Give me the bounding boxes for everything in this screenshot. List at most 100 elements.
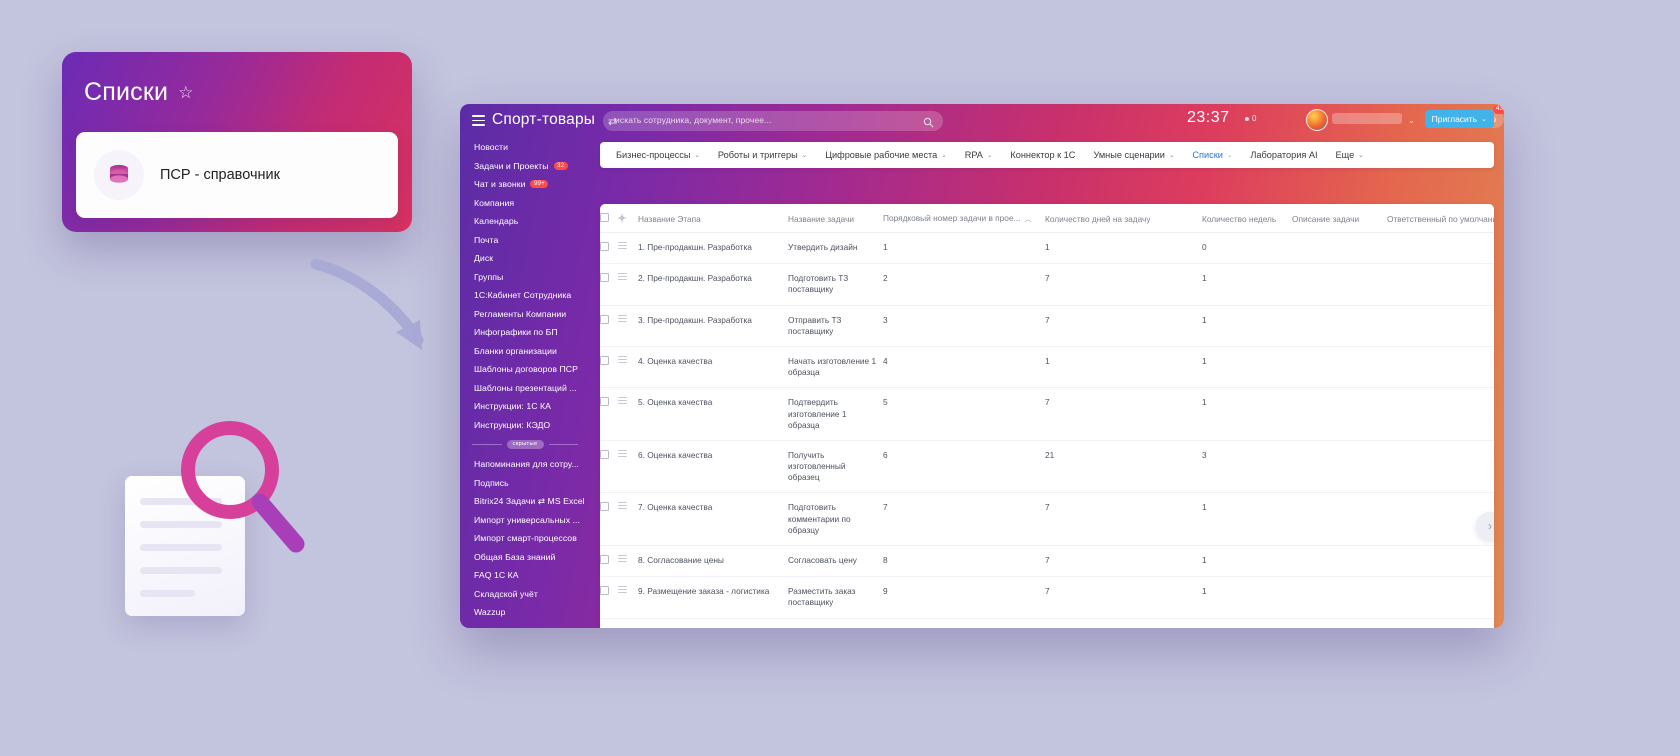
sidebar-item-календарь[interactable]: Календарь — [460, 212, 588, 231]
cell-stage[interactable]: 2. Пре-продакшн. Разработка — [638, 263, 788, 306]
row-checkbox[interactable] — [600, 545, 618, 578]
promo-list-item[interactable]: ПСР - справочник — [76, 132, 398, 218]
row-drag-handle[interactable] — [618, 232, 638, 265]
cell-stage[interactable]: 6. Оценка качества — [638, 440, 788, 494]
row-checkbox[interactable] — [600, 576, 618, 619]
sidebar-item-faq-1c-ка[interactable]: FAQ 1C КА — [460, 566, 588, 585]
sidebar-item-шаблоны-договоров-пср[interactable]: Шаблоны договоров ПСР — [460, 360, 588, 379]
sidebar-item-регламенты-компании[interactable]: Регламенты Компании — [460, 305, 588, 324]
sort-asc-icon[interactable]: ︿ — [1024, 216, 1031, 223]
menu-item-списки[interactable]: Списки ⌄ — [1192, 150, 1232, 160]
sidebar-item-диск[interactable]: Диск — [460, 249, 588, 268]
sidebar-item-общая-база-знаний[interactable]: Общая База знаний — [460, 547, 588, 566]
cell-stage[interactable]: 5. Оценка качества — [638, 387, 788, 441]
menu-item-цифровые-рабочие-места[interactable]: Цифровые рабочие места ⌄ — [825, 150, 947, 160]
cell-days: 7 — [1045, 263, 1202, 306]
sidebar-item-задачи-и-проекты[interactable]: Задачи и Проекты 32 — [460, 157, 588, 176]
cell-stage[interactable]: 8. Согласование цены — [638, 545, 788, 578]
row-drag-handle[interactable] — [618, 263, 638, 306]
sidebar-item-компания[interactable]: Компания — [460, 194, 588, 213]
sidebar-item-инструкции-кэдо[interactable]: Инструкции: КЭДО — [460, 416, 588, 435]
row-drag-handle[interactable] — [618, 387, 638, 441]
sidebar-item-новости[interactable]: Новости — [460, 138, 588, 157]
menu-item-label: Бизнес-процессы — [616, 150, 691, 160]
table-row[interactable]: 1. Пре-продакшн. Разработка Утвердить ди… — [600, 232, 1494, 265]
cell-stage[interactable]: 3. Пре-продакшн. Разработка — [638, 305, 788, 347]
row-drag-handle[interactable] — [618, 346, 638, 389]
row-checkbox[interactable] — [600, 305, 618, 347]
cell-stage[interactable]: 1. Пре-продакшн. Разработка — [638, 232, 788, 265]
sidebar-item-инструкции-1с-ка[interactable]: Инструкции: 1С КА — [460, 397, 588, 416]
table-row[interactable]: 7. Оценка качества Подготовить комментар… — [600, 492, 1494, 546]
table-row[interactable]: 4. Оценка качества Начать изготовление 1… — [600, 346, 1494, 389]
sidebar-item-складской-уч-т[interactable]: Складской учёт — [460, 584, 588, 603]
column-header-название-задачи[interactable]: Название задачи — [788, 204, 883, 233]
cell-stage[interactable]: 10. Внесение предоплаты — [638, 618, 788, 628]
row-checkbox[interactable] — [600, 440, 618, 494]
cell-weeks: 3 — [1202, 440, 1292, 494]
sidebar-item-bitrix24-задачи-ms-excel[interactable]: Bitrix24 Задачи ⇄ MS Excel — [460, 492, 588, 511]
row-checkbox[interactable] — [600, 263, 618, 306]
sidebar-item-чат-и-звонки[interactable]: Чат и звонки 99+ — [460, 175, 588, 194]
sidebar-item-1с-кабинет-сотрудника[interactable]: 1С:Кабинет Сотрудника — [460, 286, 588, 305]
row-drag-handle[interactable] — [618, 492, 638, 546]
menu-item-умные-сценарии[interactable]: Умные сценарии ⌄ — [1093, 150, 1174, 160]
column-settings-icon[interactable] — [618, 204, 638, 233]
sidebar-item-подпись[interactable]: Подпись — [460, 473, 588, 492]
column-header-количество-недель[interactable]: Количество недель — [1202, 204, 1292, 233]
cell-weeks: 1 — [1202, 387, 1292, 441]
column-header-порядковый-номер-задачи-в-прое[interactable]: Порядковый номер задачи в прое... ︿ — [883, 204, 1045, 233]
sidebar-item-импорт-смарт-процессов[interactable]: Импорт смарт-процессов — [460, 529, 588, 548]
column-header-количество-дней-на-задачу[interactable]: Количество дней на задачу — [1045, 204, 1202, 233]
select-all-checkbox[interactable] — [600, 204, 618, 233]
sidebar-item-бланки-организации[interactable]: Бланки организации — [460, 342, 588, 361]
menu-item-еще[interactable]: Еще ⌄ — [1336, 150, 1364, 160]
sidebar-item-инфографики-по-бп[interactable]: Инфографики по БП — [460, 323, 588, 342]
table-row[interactable]: 6. Оценка качества Получить изготовленны… — [600, 440, 1494, 494]
row-checkbox[interactable] — [600, 492, 618, 546]
row-drag-handle[interactable] — [618, 576, 638, 619]
sidebar-item-label: Bitrix24 Задачи ⇄ MS Excel — [474, 495, 585, 506]
row-checkbox[interactable] — [600, 387, 618, 441]
sidebar-item-шаблоны-презентаций[interactable]: Шаблоны презентаций ... — [460, 379, 588, 398]
cell-stage[interactable]: 4. Оценка качества — [638, 346, 788, 389]
cell-default-responsible — [1387, 545, 1494, 578]
menu-item-лаборатория-ai[interactable]: Лаборатория AI — [1250, 150, 1317, 160]
sidebar-item-label: Задачи и Проекты — [474, 160, 549, 171]
sidebar-item-импорт-универсальных[interactable]: Импорт универсальных ... — [460, 510, 588, 529]
column-header-название-этапа[interactable]: Название Этапа — [638, 204, 788, 233]
row-checkbox[interactable] — [600, 232, 618, 265]
sidebar-item-label: Шаблоны презентаций ... — [474, 382, 577, 393]
table-row[interactable]: 5. Оценка качества Подтвердить изготовле… — [600, 387, 1494, 441]
row-checkbox[interactable] — [600, 618, 618, 628]
column-header-ответственный-по-умолчанию[interactable]: Ответственный по умолчанию — [1387, 204, 1494, 233]
sidebar-item-label: Бланки организации — [474, 345, 557, 356]
menu-item-rpa[interactable]: RPA ⌄ — [965, 150, 993, 160]
menu-item-бизнес-процессы[interactable]: Бизнес-процессы ⌄ — [616, 150, 700, 160]
sidebar-item-группы[interactable]: Группы — [460, 268, 588, 287]
table-row[interactable]: 10. Внесение предоплаты Внести предоплат… — [600, 618, 1494, 628]
brand-title[interactable]: Спорт-товары — [492, 111, 595, 129]
sidebar-item-wazzup[interactable]: Wazzup — [460, 603, 588, 622]
table-row[interactable]: 9. Размещение заказа - логистика Размест… — [600, 576, 1494, 619]
table-row[interactable]: 2. Пре-продакшн. Разработка Подготовить … — [600, 263, 1494, 306]
table-row[interactable]: 8. Согласование цены Согласовать цену 8 … — [600, 545, 1494, 578]
row-drag-handle[interactable] — [618, 618, 638, 628]
sidebar-hidden-tag[interactable]: скрытые — [506, 440, 544, 449]
row-drag-handle[interactable] — [618, 305, 638, 347]
menu-item-роботы-и-триггеры[interactable]: Роботы и триггеры ⌄ — [718, 150, 807, 160]
sidebar-item-почта[interactable]: Почта — [460, 231, 588, 250]
row-drag-handle[interactable] — [618, 545, 638, 578]
cell-description — [1292, 232, 1387, 265]
cell-order: 3 — [883, 305, 1045, 347]
table-row[interactable]: 3. Пре-продакшн. Разработка Отправить ТЗ… — [600, 305, 1494, 347]
column-header-описание-задачи[interactable]: Описание задачи — [1292, 204, 1387, 233]
menu-item-коннектор-к-1с[interactable]: Коннектор к 1С — [1010, 150, 1075, 160]
row-checkbox[interactable] — [600, 346, 618, 389]
hamburger-menu-icon[interactable] — [472, 115, 485, 126]
row-drag-handle[interactable] — [618, 440, 638, 494]
cell-stage[interactable]: 9. Размещение заказа - логистика — [638, 576, 788, 619]
sidebar-item-напоминания-для-сотру[interactable]: Напоминания для сотру... — [460, 455, 588, 474]
cell-default-responsible — [1387, 346, 1494, 389]
cell-stage[interactable]: 7. Оценка качества — [638, 492, 788, 546]
